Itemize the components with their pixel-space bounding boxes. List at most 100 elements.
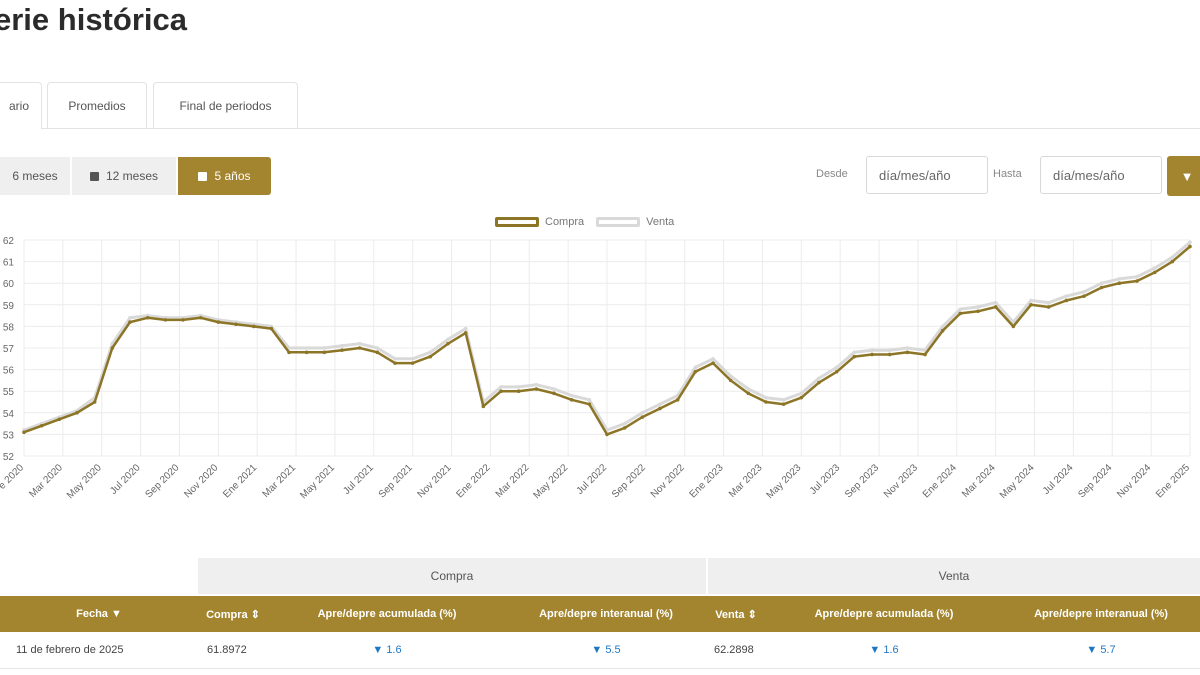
data-point-venta[interactable] — [128, 315, 132, 320]
data-point-compra[interactable] — [693, 369, 698, 374]
data-point-compra[interactable] — [269, 326, 274, 331]
data-point-venta[interactable] — [658, 402, 662, 406]
data-point-venta[interactable] — [393, 357, 397, 361]
data-point-compra[interactable] — [852, 354, 857, 359]
data-point-venta[interactable] — [410, 357, 415, 361]
data-point-venta[interactable] — [852, 350, 857, 355]
data-point-compra[interactable] — [622, 426, 627, 430]
from-date-input[interactable] — [866, 156, 988, 194]
data-point-venta[interactable] — [728, 374, 733, 378]
data-point-venta[interactable] — [322, 346, 327, 350]
data-point-compra[interactable] — [817, 380, 821, 385]
data-point-compra[interactable] — [711, 361, 715, 365]
data-point-venta[interactable] — [534, 382, 539, 387]
data-point-compra[interactable] — [39, 423, 44, 428]
data-point-compra[interactable] — [870, 352, 874, 357]
data-point-compra[interactable] — [357, 346, 362, 350]
data-point-venta[interactable] — [870, 348, 874, 352]
data-point-compra[interactable] — [552, 391, 556, 396]
data-point-venta[interactable] — [304, 346, 309, 350]
data-point-venta[interactable] — [711, 357, 715, 361]
data-point-compra[interactable] — [251, 324, 256, 329]
data-point-compra[interactable] — [587, 402, 592, 406]
data-point-venta[interactable] — [1188, 240, 1192, 244]
data-point-venta[interactable] — [640, 411, 645, 415]
data-point-venta[interactable] — [834, 365, 839, 370]
legend-swatch-venta[interactable] — [596, 217, 641, 227]
data-point-compra[interactable] — [1029, 303, 1033, 307]
data-point-venta[interactable] — [569, 393, 574, 398]
data-point-compra[interactable] — [658, 406, 662, 411]
data-point-venta[interactable] — [446, 337, 450, 342]
data-point-venta[interactable] — [887, 348, 892, 352]
data-point-compra[interactable] — [428, 354, 433, 359]
data-point-compra[interactable] — [640, 415, 645, 419]
data-point-venta[interactable] — [587, 398, 592, 402]
data-point-compra[interactable] — [340, 348, 344, 352]
data-point-compra[interactable] — [605, 432, 609, 437]
data-point-venta[interactable] — [976, 305, 980, 309]
data-point-compra[interactable] — [764, 400, 768, 404]
data-point-compra[interactable] — [463, 331, 468, 335]
tab-final-de-periodos[interactable]: Final de periodos — [153, 82, 298, 128]
data-point-compra[interactable] — [781, 402, 786, 406]
data-point-venta[interactable] — [799, 391, 804, 396]
data-point-venta[interactable] — [357, 341, 362, 346]
data-point-venta[interactable] — [1029, 298, 1033, 303]
data-point-compra[interactable] — [198, 315, 203, 320]
data-point-compra[interactable] — [481, 404, 486, 409]
data-point-compra[interactable] — [675, 398, 680, 402]
data-point-compra[interactable] — [393, 361, 397, 365]
data-point-compra[interactable] — [569, 398, 574, 402]
data-point-compra[interactable] — [499, 389, 503, 393]
data-point-venta[interactable] — [746, 387, 751, 391]
data-point-compra[interactable] — [1011, 324, 1016, 329]
data-point-compra[interactable] — [234, 322, 238, 327]
data-point-compra[interactable] — [57, 417, 62, 422]
data-point-compra[interactable] — [375, 350, 380, 355]
data-point-venta[interactable] — [1135, 274, 1139, 279]
data-point-compra[interactable] — [181, 318, 185, 322]
data-point-venta[interactable] — [516, 385, 521, 389]
data-point-venta[interactable] — [693, 365, 698, 370]
data-point-venta[interactable] — [905, 346, 910, 350]
data-point-compra[interactable] — [976, 309, 980, 314]
data-point-compra[interactable] — [534, 387, 539, 391]
data-point-compra[interactable] — [958, 311, 963, 316]
data-point-venta[interactable] — [958, 307, 963, 311]
data-point-compra[interactable] — [1135, 279, 1139, 283]
data-point-compra[interactable] — [1064, 298, 1069, 303]
data-point-compra[interactable] — [75, 411, 79, 415]
data-point-compra[interactable] — [163, 318, 168, 322]
data-point-compra[interactable] — [22, 430, 26, 435]
data-point-compra[interactable] — [446, 341, 450, 346]
data-point-compra[interactable] — [216, 320, 221, 324]
data-point-venta[interactable] — [993, 300, 998, 305]
data-point-venta[interactable] — [781, 398, 786, 402]
header-venta[interactable]: Venta ⇕ — [706, 596, 766, 632]
data-point-compra[interactable] — [1046, 305, 1051, 309]
data-point-venta[interactable] — [463, 326, 468, 331]
data-point-compra[interactable] — [1152, 270, 1157, 275]
data-point-venta[interactable] — [375, 346, 380, 350]
data-point-compra[interactable] — [92, 400, 97, 404]
data-point-venta[interactable] — [1082, 290, 1086, 294]
data-point-compra[interactable] — [1117, 281, 1122, 285]
data-point-compra[interactable] — [1170, 259, 1175, 264]
data-point-compra[interactable] — [923, 352, 927, 357]
data-point-venta[interactable] — [764, 395, 768, 400]
data-point-venta[interactable] — [499, 385, 503, 389]
data-point-venta[interactable] — [340, 344, 344, 348]
data-point-compra[interactable] — [905, 350, 910, 355]
to-date-input[interactable] — [1040, 156, 1162, 194]
range-5-anos-button[interactable]: 5 años — [178, 157, 271, 195]
data-point-compra[interactable] — [516, 389, 521, 393]
data-point-compra[interactable] — [304, 350, 309, 355]
data-point-venta[interactable] — [1117, 277, 1122, 281]
data-point-compra[interactable] — [746, 391, 751, 396]
data-point-venta[interactable] — [817, 376, 821, 381]
data-point-compra[interactable] — [322, 350, 327, 355]
data-point-compra[interactable] — [410, 361, 415, 365]
data-point-compra[interactable] — [728, 378, 733, 383]
data-point-compra[interactable] — [145, 315, 150, 320]
